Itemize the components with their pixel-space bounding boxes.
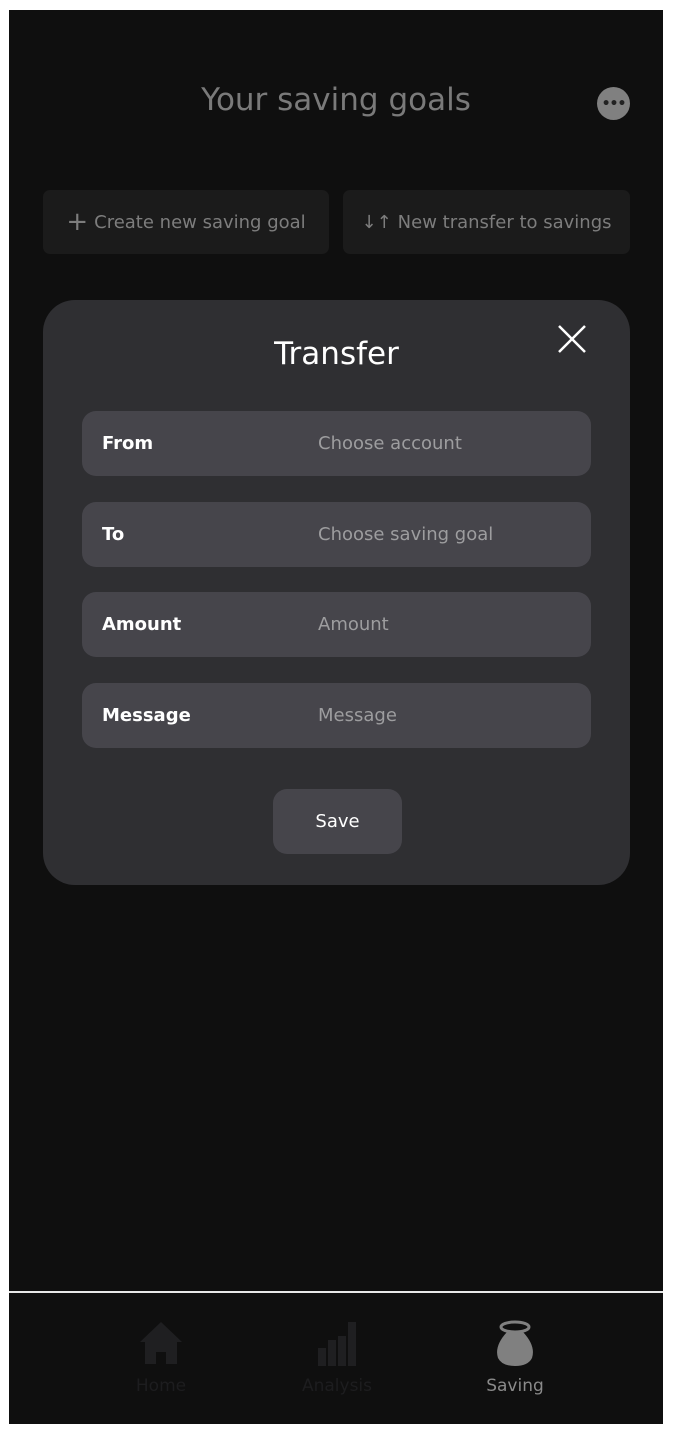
from-field[interactable]: From (82, 411, 591, 476)
modal-title: Transfer (274, 336, 399, 372)
to-field[interactable]: To (82, 502, 591, 567)
new-transfer-button[interactable]: ↓↑ New transfer to savings (343, 190, 630, 254)
plus-icon: + (66, 207, 89, 237)
message-input[interactable] (318, 705, 578, 726)
nav-label-saving: Saving (486, 1376, 544, 1396)
new-transfer-label: New transfer to savings (397, 211, 612, 233)
from-label: From (102, 433, 154, 454)
ellipsis-icon: ••• (601, 95, 627, 112)
amount-label: Amount (102, 614, 182, 635)
nav-divider (9, 1291, 663, 1293)
nav-label-home: Home (135, 1376, 187, 1396)
saving-screen: Your saving goals ••• + Create new savin… (9, 10, 663, 1424)
amount-field[interactable]: Amount (82, 592, 591, 657)
message-field[interactable]: Message (82, 683, 591, 748)
from-input[interactable] (318, 433, 578, 454)
amount-input[interactable] (318, 614, 578, 635)
to-label: To (102, 524, 125, 545)
nav-item-analysis[interactable]: Analysis (277, 1320, 397, 1396)
page-title: Your saving goals (201, 82, 471, 118)
nav-item-saving[interactable]: Saving (455, 1320, 575, 1396)
message-label: Message (102, 705, 191, 726)
transfer-arrows-icon: ↓↑ (361, 211, 392, 233)
bar-chart-icon (318, 1322, 356, 1366)
transfer-modal: Transfer From To Amount Message Save (43, 300, 630, 885)
nav-item-home[interactable]: Home (101, 1320, 221, 1396)
more-options-button[interactable]: ••• (597, 87, 630, 120)
nav-label-analysis: Analysis (301, 1376, 373, 1396)
close-icon[interactable] (557, 324, 587, 354)
save-button[interactable]: Save (273, 789, 402, 854)
create-saving-goal-button[interactable]: + Create new saving goal (43, 190, 329, 254)
to-input[interactable] (318, 524, 578, 545)
home-icon (140, 1322, 182, 1364)
create-saving-goal-label: Create new saving goal (94, 211, 306, 233)
money-bag-icon (497, 1320, 533, 1366)
